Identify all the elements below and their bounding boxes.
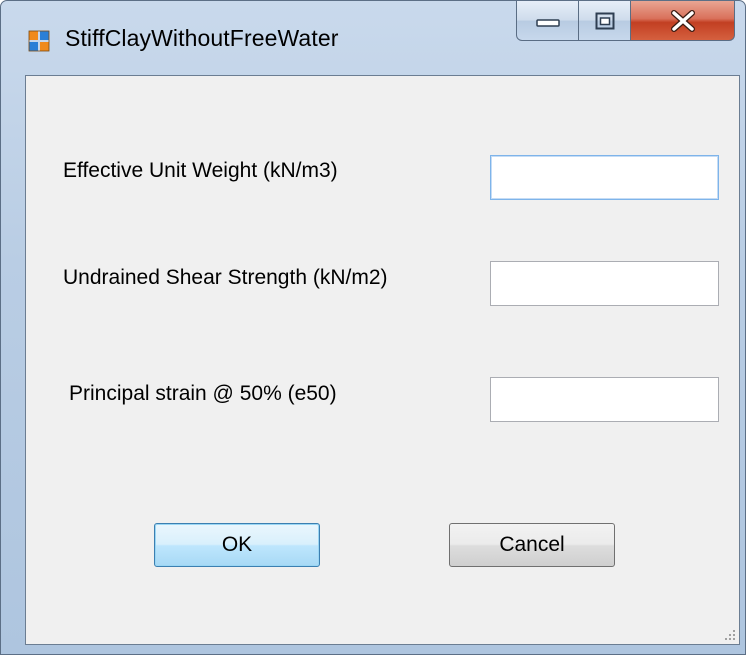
effective-unit-weight-label: Effective Unit Weight (kN/m3) — [63, 159, 338, 182]
close-button[interactable] — [631, 1, 735, 41]
minimize-button[interactable] — [516, 1, 579, 41]
principal-strain-label: Principal strain @ 50% (e50) — [69, 382, 337, 405]
title-bar[interactable]: StiffClayWithoutFreeWater — [1, 1, 747, 77]
undrained-shear-strength-input[interactable] — [490, 261, 719, 306]
form-client-area: Effective Unit Weight (kN/m3) Undrained … — [25, 75, 740, 645]
form-app-icon[interactable] — [28, 30, 50, 52]
close-icon — [670, 9, 695, 32]
dialog-window: StiffClayWithoutFreeWater Effective Unit… — [0, 0, 746, 655]
maximize-button[interactable] — [579, 1, 631, 41]
maximize-icon — [595, 12, 614, 29]
resize-grip-icon[interactable] — [722, 627, 736, 641]
minimize-icon — [535, 18, 560, 27]
effective-unit-weight-input[interactable] — [490, 155, 719, 200]
caption-buttons — [516, 1, 735, 43]
principal-strain-input[interactable] — [490, 377, 719, 422]
ok-button[interactable]: OK — [154, 523, 320, 567]
undrained-shear-strength-label: Undrained Shear Strength (kN/m2) — [63, 266, 388, 289]
cancel-button[interactable]: Cancel — [449, 523, 615, 567]
window-title: StiffClayWithoutFreeWater — [65, 25, 339, 51]
